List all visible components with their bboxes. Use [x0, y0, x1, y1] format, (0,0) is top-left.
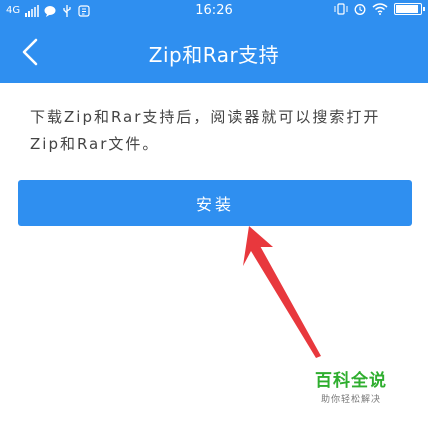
watermark-title: 百科全说: [315, 371, 387, 391]
alarm-icon: [354, 4, 366, 15]
page-title: Zip和Rar支持: [148, 43, 280, 67]
nav-bar: Zip和Rar支持: [0, 22, 428, 83]
watermark-subtitle: 助你轻松解决: [320, 395, 381, 405]
wifi-icon: [372, 3, 388, 15]
battery-icon: [394, 3, 425, 15]
description-text: 下载Zip和Rar支持后，阅读器就可以搜索打开Zip和Rar文件。: [30, 108, 381, 153]
watermark: 百科全说 助你轻松解决: [306, 366, 396, 405]
status-right: [334, 3, 425, 15]
install-button[interactable]: 安装: [18, 180, 412, 226]
vibrate-icon: [334, 3, 348, 15]
status-bar: 4G 16:26: [0, 0, 428, 22]
